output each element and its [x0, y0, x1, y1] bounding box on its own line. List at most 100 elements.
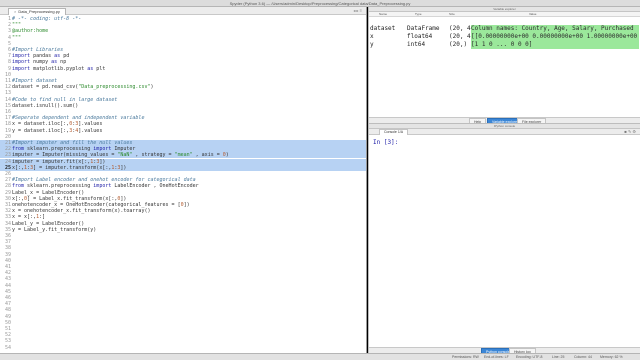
line-number: 38: [4, 245, 11, 252]
line-number: 22: [4, 146, 11, 153]
column-header-value[interactable]: Value: [529, 12, 536, 17]
code-line[interactable]: 43: [0, 276, 366, 282]
status-bar: Permissions: RW End-of-lines: LF Encodin…: [0, 353, 640, 360]
code-line[interactable]: 8import numpy as np: [0, 59, 366, 65]
code-line[interactable]: 49: [0, 314, 366, 320]
code-line[interactable]: 23imputer = Imputer(missing_values = "Na…: [0, 152, 366, 159]
code-line[interactable]: 30x[:,0] = Label_x.fit_transform(x[:,0]): [0, 196, 366, 202]
close-tab-icon[interactable]: ×: [14, 9, 16, 14]
code-line[interactable]: 26: [0, 171, 366, 177]
code-token: ].values: [78, 121, 103, 128]
code-token: x = dataset.iloc[:,: [12, 121, 70, 128]
line-number: 27: [4, 177, 11, 184]
code-line[interactable]: 22from sklearn.preprocessing import Impu…: [0, 146, 366, 153]
column-header-type[interactable]: Type: [415, 12, 422, 17]
line-number: 14: [4, 96, 11, 103]
code-token: import: [12, 65, 31, 72]
variable-row[interactable]: dataset DataFrame (20, 4) Column names: Cou…: [369, 25, 640, 33]
console-tab[interactable]: Console 1/A: [379, 129, 409, 135]
code-line[interactable]: 51: [0, 326, 366, 332]
console-prompt[interactable]: In [3]:: [373, 139, 398, 146]
line-number: 15: [4, 102, 11, 109]
code-token: ]): [183, 202, 190, 208]
line-number: 2: [7, 22, 11, 29]
code-line[interactable]: 3@author:home: [0, 28, 366, 34]
code-editor[interactable]: 1# -*- coding: utf-8 -*- 2""" 3@author:hom…: [0, 16, 366, 353]
tab-navigation-icon[interactable]: ◂ ▸ ≡: [353, 8, 362, 13]
code-line[interactable]: 20: [0, 134, 366, 140]
status-eol: End-of-lines: LF: [484, 355, 509, 359]
line-number: 33: [4, 214, 11, 221]
code-line[interactable]: 18x = dataset.iloc[:,0:3].values: [0, 121, 366, 127]
code-line[interactable]: 35y = Label_y.fit_transform(y): [0, 227, 366, 233]
code-line[interactable]: 19y = dataset.iloc[:,3:4].values: [0, 128, 366, 134]
code-line[interactable]: 45: [0, 289, 366, 295]
code-line[interactable]: 14#Code to find null in large dataset: [0, 97, 366, 103]
code-line[interactable]: 27#Import Label encoder and onehot encod…: [0, 177, 366, 183]
code-line[interactable]: 53: [0, 338, 366, 344]
code-line[interactable]: 44: [0, 283, 366, 289]
code-line[interactable]: 25x[:,1:3] = imputer.transform(x[:,1:3]): [0, 164, 366, 171]
line-number: 19: [4, 127, 11, 134]
code-token: #Seperate dependent and independent vari…: [12, 115, 145, 122]
code-line[interactable]: 29Label_x = LabelEncoder(): [0, 190, 366, 196]
variable-row[interactable]: y int64 (20,) [1 1 0 ... 0 0 0]: [369, 41, 640, 49]
code-line[interactable]: 1# -*- coding: utf-8 -*-: [0, 16, 366, 22]
code-line[interactable]: 52: [0, 332, 366, 338]
console-tools-icon[interactable]: ■ ✎ ⚙: [624, 129, 636, 134]
line-number: 5: [7, 40, 11, 47]
code-line[interactable]: 10: [0, 72, 366, 78]
code-line[interactable]: 39: [0, 252, 366, 258]
column-header-size[interactable]: Size: [449, 12, 455, 17]
code-line[interactable]: 38: [0, 245, 366, 251]
code-line[interactable]: 16: [0, 109, 366, 115]
code-line[interactable]: 7import pandas as pd: [0, 53, 366, 59]
variable-value: [[0.00000000e+00 0.00000000e+00 1.000000…: [471, 33, 639, 41]
console-toolbar: Console 1/A ■ ✎ ⚙: [369, 129, 640, 135]
code-line[interactable]: 32x = onehotencoder_x.fit_transform(x).t…: [0, 208, 366, 214]
code-line[interactable]: 36: [0, 233, 366, 239]
line-number: 10: [4, 71, 11, 78]
code-token: ]): [120, 164, 127, 171]
code-line[interactable]: 41: [0, 264, 366, 270]
code-line[interactable]: 6#Import Libraries: [0, 47, 366, 53]
code-line[interactable]: 42: [0, 270, 366, 276]
code-line[interactable]: 5: [0, 41, 366, 47]
code-line[interactable]: 37: [0, 239, 366, 245]
code-line[interactable]: 48: [0, 307, 366, 313]
code-line[interactable]: 11#Import dataset: [0, 78, 366, 84]
code-line[interactable]: 2""": [0, 22, 366, 28]
code-line[interactable]: 46: [0, 295, 366, 301]
code-line[interactable]: 17#Seperate dependent and independent va…: [0, 115, 366, 121]
line-number: 50: [4, 319, 11, 326]
code-line[interactable]: 54: [0, 345, 366, 351]
line-number: 29: [4, 189, 11, 196]
code-line[interactable]: 40: [0, 258, 366, 264]
code-line[interactable]: 31onehotencoder_x = OneHotEncoder(catego…: [0, 202, 366, 208]
code-line[interactable]: 12dataset = pd.read_csv("Data_preprocess…: [0, 84, 366, 90]
code-line[interactable]: 24imputer = imputer.fit(x[:,1:3]): [0, 158, 366, 165]
code-token: x = onehotencoder_x.fit_transform(x).toa…: [12, 208, 151, 215]
code-token: #Import Label encoder and onehot encoder…: [12, 177, 196, 184]
variable-row[interactable]: x float64 (20, 4) [[0.00000000e+00 0.000000…: [369, 33, 640, 41]
column-header-name[interactable]: Name: [379, 12, 387, 17]
editor-tab-data-preprocessing[interactable]: × Data_Preprocessing.py: [8, 8, 66, 15]
line-number: 48: [4, 307, 11, 314]
code-token: imputer = imputer.fit(x[:,: [12, 158, 91, 165]
code-line[interactable]: 33x = x[:,1:]: [0, 214, 366, 220]
code-token: from: [12, 146, 25, 153]
code-line[interactable]: 47: [0, 301, 366, 307]
code-line[interactable]: 34Label_y = LabelEncoder(): [0, 221, 366, 227]
line-number: 13: [4, 90, 11, 97]
code-token: ] = Label_x.fit_transform(x[:,: [27, 195, 118, 202]
line-number: 43: [4, 276, 11, 283]
code-line[interactable]: 21#Import imputer and fill the null valu…: [0, 140, 366, 146]
code-line[interactable]: 13: [0, 90, 366, 96]
line-number: 51: [4, 326, 11, 332]
code-line[interactable]: 15dataset.isnull().sum(): [0, 103, 366, 109]
code-line[interactable]: 9import matplotlib.pyplot as plt: [0, 66, 366, 72]
code-line[interactable]: 28from sklearn.preprocessing import Labe…: [0, 183, 366, 189]
variable-explorer-pane: Variable explorer Name Type Size Value d…: [368, 7, 640, 124]
code-line[interactable]: 50: [0, 320, 366, 326]
code-line[interactable]: 4""": [0, 35, 366, 41]
